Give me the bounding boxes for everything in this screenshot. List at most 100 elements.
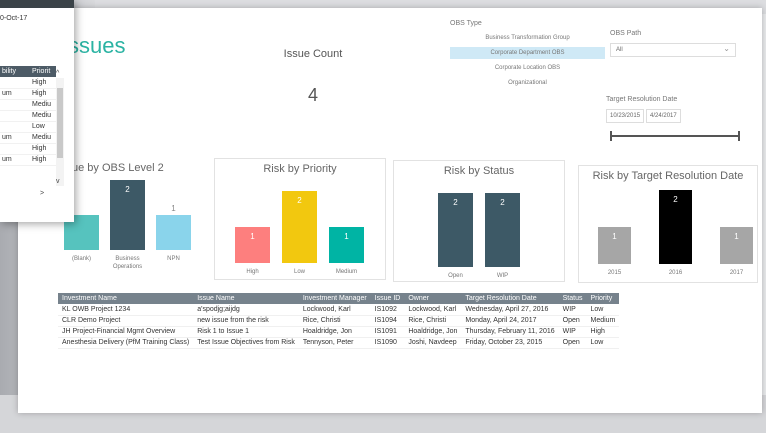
data-label: 2 <box>500 198 505 207</box>
popup-column-header[interactable]: Priorit <box>30 66 56 77</box>
data-label: 2 <box>297 196 302 205</box>
date-from-input[interactable]: 10/23/2015 <box>606 109 645 123</box>
popup-cell: Mediu <box>30 99 56 111</box>
popup-cell: Mediu <box>30 132 56 144</box>
scrollbar-thumb[interactable] <box>57 88 63 158</box>
table-row[interactable]: KL OWB Project 1234 a'spodjg;aijdg Lockwoo… <box>58 304 620 316</box>
table-column-header[interactable]: Owner <box>404 293 462 304</box>
table-column-header[interactable]: Issue ID <box>370 293 405 304</box>
data-label: 1 <box>344 232 349 241</box>
category-label: (Blank) <box>72 256 91 262</box>
table-cell: KL OWB Project 1234 <box>58 304 194 316</box>
table-column-header[interactable]: Investment Name <box>58 293 194 304</box>
popup-cell <box>0 99 30 111</box>
obs-path-value: All <box>616 47 623 53</box>
table-cell: Monday, April 24, 2017 <box>461 315 559 327</box>
report-canvas: ssues Issue Count 4 OBS Type Business Tr… <box>18 8 762 413</box>
table-cell: CLR Demo Project <box>58 315 194 327</box>
obs-path-dropdown[interactable]: All ⌄ <box>610 43 736 57</box>
data-label: 1 <box>612 232 617 241</box>
slider-handle-start[interactable] <box>610 131 612 141</box>
table-column-header[interactable]: Investment Manager <box>298 293 371 304</box>
table-cell: Low <box>586 337 620 349</box>
obs-type-option[interactable]: Corporate Location OBS <box>450 62 605 74</box>
popup-cell: um <box>0 88 30 100</box>
chart-risk-status-svg: 2 Open 2 WIP <box>438 193 520 279</box>
scroll-right-icon[interactable]: > <box>40 190 44 197</box>
table-cell: Anesthesia Delivery (PfM Training Class) <box>58 337 194 349</box>
category-label: High <box>246 269 258 275</box>
table-cell: Open <box>558 337 587 349</box>
scroll-down-icon[interactable]: v <box>56 178 60 185</box>
obs-type-option[interactable]: Business Transformation Group <box>450 32 605 44</box>
popup-row: High <box>0 143 56 155</box>
table-cell: IS1094 <box>370 315 405 327</box>
table-cell: Tennyson, Peter <box>298 337 371 349</box>
table-cell: IS1090 <box>370 337 405 349</box>
table-column-header[interactable]: Priority <box>586 293 620 304</box>
table-column-header[interactable]: Status <box>558 293 587 304</box>
obs-type-option[interactable]: Organizational <box>450 77 605 89</box>
scroll-up-icon[interactable]: ^ <box>56 70 59 77</box>
popup-cell: Low <box>30 121 56 133</box>
popup-row: Low <box>0 121 56 133</box>
table-column-header[interactable]: Target Resolution Date <box>461 293 559 304</box>
table-cell: Joshi, Navdeep <box>404 337 462 349</box>
table-cell: Lockwood, Karl <box>404 304 462 316</box>
issues-table: Investment Name Issue Name Investment Mana… <box>58 293 620 349</box>
popup-row: um High <box>0 154 56 166</box>
table-cell: WIP <box>558 304 587 316</box>
category-label: 2015 <box>608 270 622 276</box>
table-row[interactable]: Anesthesia Delivery (PfM Training Class)… <box>58 337 620 349</box>
table-header-row: Investment Name Issue Name Investment Mana… <box>58 293 620 304</box>
category-label: Low <box>294 269 306 275</box>
chart-risk-target-date[interactable]: Risk by Target Resolution Date 1 2015 2 201… <box>578 165 758 283</box>
obs-type-option-selected[interactable]: Corporate Department OBS <box>450 47 605 59</box>
popup-cell <box>0 77 30 89</box>
issue-count-card[interactable]: Issue Count 4 <box>263 48 363 106</box>
table-column-header[interactable]: Issue Name <box>193 293 299 304</box>
popup-cell: Mediu <box>30 110 56 122</box>
table-cell: IS1091 <box>370 326 405 338</box>
popup-date: 0-Oct-17 <box>0 15 28 22</box>
table-row[interactable]: CLR Demo Project new issue from the risk R… <box>58 315 620 327</box>
popup-cell: High <box>30 154 56 166</box>
chart-risk-status[interactable]: Risk by Status 2 Open 2 WIP <box>393 160 565 282</box>
table-cell: Open <box>558 315 587 327</box>
popup-row: Mediu <box>0 99 56 111</box>
popup-row: um High <box>0 88 56 100</box>
slider-handle-end[interactable] <box>738 131 740 141</box>
obs-type-header: OBS Type <box>450 20 482 27</box>
data-label: 1 <box>250 232 255 241</box>
obs-path-slicer: OBS Path All ⌄ <box>610 30 736 57</box>
table-cell: a'spodjg;aijdg <box>193 304 299 316</box>
category-label: Operations <box>113 264 142 270</box>
category-label: Medium <box>336 269 357 275</box>
popup-cell <box>0 143 30 155</box>
category-label: Open <box>448 273 463 279</box>
bar-npn[interactable] <box>156 215 191 250</box>
popup-header-row: bility Priorit <box>0 66 56 77</box>
table-cell: new issue from the risk <box>193 315 299 327</box>
popup-cell: um <box>0 154 30 166</box>
popup-cell <box>0 110 30 122</box>
table-row[interactable]: JH Project-Financial Mgmt Overview Risk 1… <box>58 326 620 338</box>
date-to-input[interactable]: 4/24/2017 <box>646 109 681 123</box>
table-cell: Test Issue Objectives from Risk <box>193 337 299 349</box>
popup-window: 0-Oct-17 bility Priorit High um High Mediu Me… <box>0 0 74 222</box>
table-cell: JH Project-Financial Mgmt Overview <box>58 326 194 338</box>
date-range-slider[interactable] <box>606 131 746 141</box>
popup-column-header[interactable]: bility <box>0 66 30 77</box>
table-cell: Lockwood, Karl <box>298 304 371 316</box>
category-label: WIP <box>497 273 508 279</box>
table-cell: Rice, Christi <box>298 315 371 327</box>
data-label: 1 <box>734 232 739 241</box>
target-date-slicer: Target Resolution Date 10/23/2015 4/24/2… <box>606 96 746 141</box>
popup-scrollbar[interactable] <box>56 78 64 186</box>
table-cell: WIP <box>558 326 587 338</box>
data-label: 2 <box>453 198 458 207</box>
issue-count-label: Issue Count <box>283 48 343 60</box>
chart-risk-priority[interactable]: Risk by Priority 1 High 2 Low 1 Medium <box>214 158 386 280</box>
category-label: 2017 <box>730 270 744 276</box>
data-label: 2 <box>125 185 130 194</box>
